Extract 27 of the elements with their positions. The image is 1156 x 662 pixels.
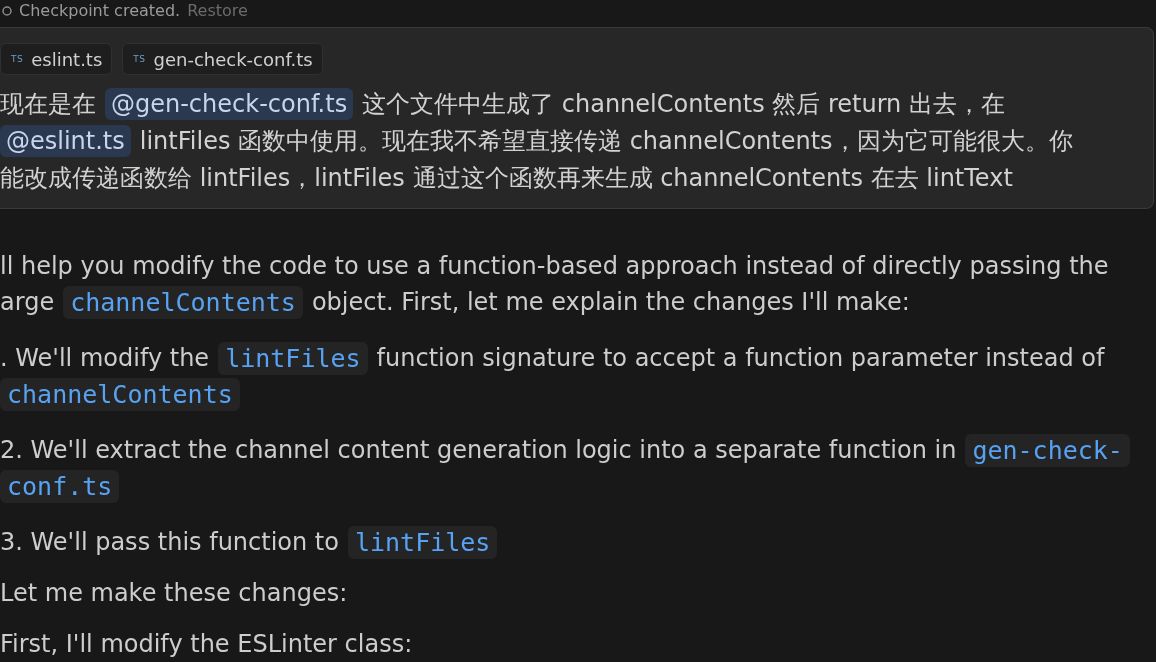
inline-code: gen-check- [965, 433, 1130, 467]
message-text: 这个文件中生成了 channelContents 然后 return 出去，在 [362, 88, 1005, 120]
ts-file-icon: TS [133, 54, 146, 64]
inline-code: conf.ts [0, 469, 120, 503]
circle-icon [2, 6, 12, 16]
file-chip[interactable]: TS eslint.ts [0, 43, 113, 75]
response-text: Let me make these changes: [0, 579, 348, 607]
inline-code: channelContents [63, 285, 303, 319]
message-text: lintFiles 函数中使用。现在我不希望直接传递 channelContents，因为它可能很大。你 [139, 125, 1073, 157]
checkpoint-status: Checkpoint created. [19, 1, 181, 21]
file-mention[interactable]: @eslint.ts [0, 124, 131, 157]
message-text: 能改成传递函数给 lintFiles，lintFiles 通过这个函数再来生成 channelContents 在去 lintText [0, 162, 1013, 194]
response-text: function signature to accept a function parameter instead of [376, 344, 1105, 372]
inline-code: lintFiles [347, 525, 498, 559]
response-text: object. First, let me explain the changes I'll make: [311, 288, 910, 316]
response-text: 3. We'll pass this function to [0, 528, 339, 556]
file-chip[interactable]: TS gen-check-conf.ts [122, 43, 323, 75]
ts-file-icon: TS [11, 54, 24, 64]
response-text: . We'll modify the [0, 344, 210, 372]
inline-code: lintFiles [218, 341, 368, 375]
response-text: 2. We'll extract the channel content generation logic into a separate function in [0, 436, 957, 464]
file-mention[interactable]: @gen-check-conf.ts [105, 87, 354, 120]
response-text: arge [0, 288, 55, 316]
inline-code: channelContents [0, 377, 240, 411]
response-text: ll help you modify the code to use a function-based approach instead of directly passing the [0, 252, 1109, 280]
message-text: 现在是在 [0, 88, 96, 120]
response-text: First, I'll modify the ESLinter class: [0, 630, 413, 658]
